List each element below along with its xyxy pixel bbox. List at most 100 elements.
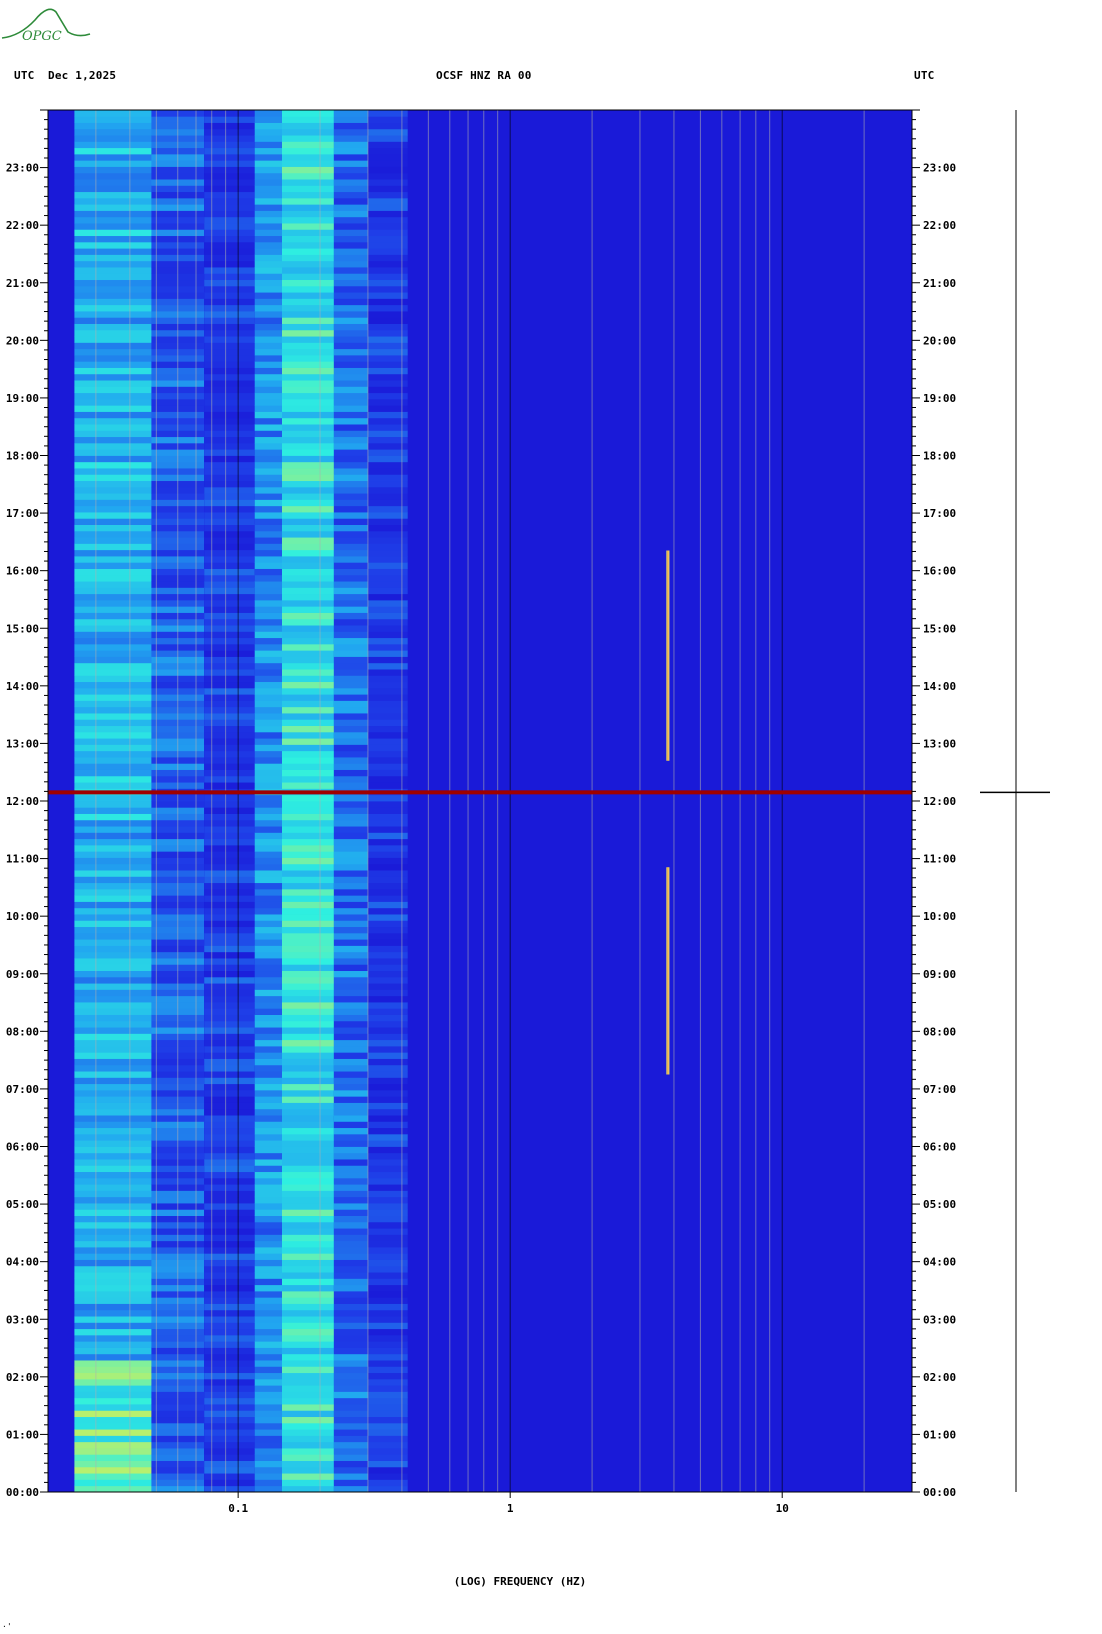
spectrum-cell (74, 731, 152, 739)
spectrum-cell (74, 1441, 152, 1449)
spectrum-cell (282, 1152, 334, 1160)
spectrum-cell (74, 650, 152, 657)
spectrum-cell (74, 386, 152, 394)
spectrum-cell (282, 606, 334, 613)
spectrum-cell (333, 292, 368, 299)
spectrum-cell (282, 1341, 334, 1348)
spectrum-cell (254, 1045, 283, 1053)
spectrum-cell (254, 1272, 283, 1279)
spectrum-cell (74, 681, 152, 689)
spectrum-cell (74, 1121, 152, 1129)
spectrum-cell (254, 706, 283, 714)
broadband-event-line (48, 790, 912, 795)
spectrum-cell (74, 411, 152, 419)
spectrum-cell (333, 147, 368, 155)
spectrum-cell (254, 417, 283, 425)
spectrum-cell (254, 116, 283, 123)
spectrum-cell (74, 172, 152, 180)
spectrum-cell (282, 1454, 334, 1461)
spectrum-cell (254, 838, 283, 846)
spectrum-cell (282, 1014, 334, 1022)
spectrum-cell (254, 373, 283, 381)
spectrum-cell (282, 775, 334, 783)
spectrum-cell (333, 1152, 368, 1160)
spectrum-cell (333, 1033, 368, 1041)
spectrum-cell (333, 1322, 368, 1330)
spectrum-cell (74, 706, 152, 714)
spectrum-cell (74, 844, 152, 852)
y-tick-label-left: 21:00 (6, 277, 39, 290)
spectrum-cell (74, 229, 152, 237)
spectrum-cell (74, 1485, 152, 1493)
spectrum-cell (74, 631, 152, 639)
y-tick-label-left: 14:00 (6, 680, 39, 693)
x-tick-label: 1 (507, 1502, 514, 1515)
spectrum-cell (282, 562, 334, 569)
spectrum-cell (254, 964, 283, 972)
spectrum-cell (282, 461, 334, 469)
spectrum-cell (74, 1234, 152, 1242)
spectrum-cell (254, 461, 283, 469)
spectrum-cell (282, 1171, 334, 1179)
spectrum-cell (74, 135, 152, 142)
spectrum-cell (282, 336, 334, 343)
spectrum-cell (282, 819, 334, 827)
spectrum-cell (333, 1454, 368, 1461)
spectrum-cell (254, 1284, 283, 1292)
spectrum-cell (74, 185, 152, 193)
y-tick-label-right: 19:00 (923, 392, 956, 405)
spectrum-cell (282, 166, 334, 174)
spectrum-cell (333, 1253, 368, 1260)
spectrum-cell (333, 782, 368, 789)
spectrum-cell (74, 1404, 152, 1411)
spectrum-cell (254, 1265, 283, 1273)
spectrum-cell (282, 1203, 334, 1210)
spectrum-cell (282, 568, 334, 576)
spectrum-cell (282, 976, 334, 984)
spectrum-cell (74, 901, 152, 909)
spectrum-cell (282, 851, 334, 858)
spectrum-cell (282, 512, 334, 519)
spectrum-cell (74, 292, 152, 299)
spectrum-cell (282, 631, 334, 639)
spectrum-cell (282, 273, 334, 281)
spectrum-cell (333, 1215, 368, 1223)
spectrum-cell (333, 1171, 368, 1179)
spectrum-cell (254, 876, 283, 884)
spectrum-cell (282, 468, 334, 475)
spectrum-cell (74, 926, 152, 934)
spectrum-cell (74, 1454, 152, 1461)
spectrum-cell (333, 964, 368, 972)
spectrum-cell (333, 895, 368, 902)
spectrum-cell (254, 348, 283, 356)
spectrum-cell (254, 970, 283, 978)
spectrum-cell (74, 813, 152, 821)
spectrum-cell (254, 210, 283, 218)
spectrum-cell (333, 267, 368, 274)
spectrum-cell (282, 738, 334, 745)
spectrum-cell (74, 1416, 152, 1424)
spectrum-cell (282, 1058, 334, 1066)
spectrum-cell (333, 417, 368, 425)
spectrum-cell (74, 1002, 152, 1009)
spectrum-cell (254, 398, 283, 406)
spectrum-cell (333, 405, 368, 412)
spectrum-cell (333, 1058, 368, 1066)
y-tick-label-right: 06:00 (923, 1141, 956, 1154)
spectrum-cell (282, 480, 334, 488)
spectrum-cell (333, 442, 368, 450)
spectrum-cell (282, 505, 334, 513)
spectrum-cell (254, 593, 283, 601)
spectrum-cell (254, 254, 283, 262)
spectrum-cell (333, 430, 368, 438)
x-axis-title: (LOG) FREQUENCY (HZ) (453, 1575, 587, 1588)
spectrum-cell (74, 888, 152, 896)
spectrum-cell (333, 958, 368, 965)
spectrum-cell (282, 731, 334, 739)
spectrum-cell (333, 1083, 368, 1091)
spectrum-cell (254, 191, 283, 199)
spectrum-cell (333, 1353, 368, 1361)
spectrum-cell (254, 945, 283, 953)
spectrum-cell (333, 348, 368, 356)
spectrum-cell (333, 1002, 368, 1009)
